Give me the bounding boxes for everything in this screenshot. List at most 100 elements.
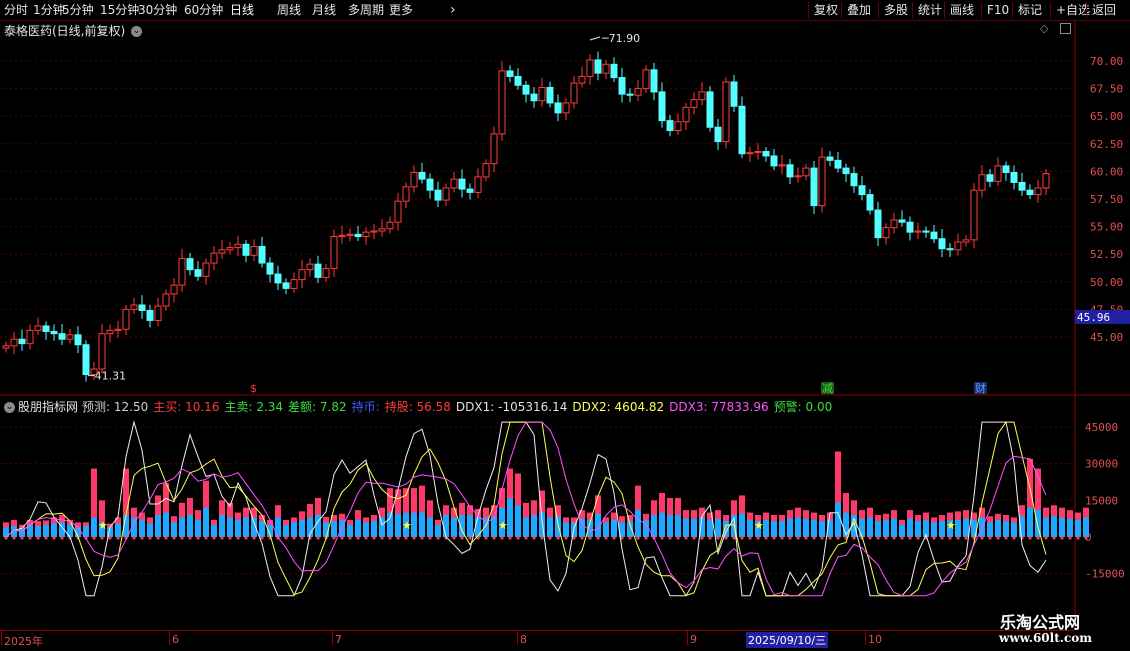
- zero-dot: [140, 536, 144, 540]
- event-marker[interactable]: $: [250, 382, 257, 395]
- action-button-5[interactable]: F10: [981, 2, 1009, 18]
- candle-body: [362, 231, 370, 238]
- sell-bar: [1075, 519, 1081, 537]
- candle-body: [306, 263, 314, 271]
- action-button-3[interactable]: 统计: [912, 2, 942, 18]
- sell-bar: [387, 512, 393, 537]
- date-tick: [687, 631, 688, 645]
- sell-bar: [395, 513, 401, 537]
- tab-period-8[interactable]: 月线: [312, 2, 336, 18]
- sell-bar: [723, 521, 729, 537]
- zero-dot: [116, 536, 120, 540]
- sell-bar: [259, 521, 265, 537]
- zero-dot: [788, 536, 792, 540]
- candle-body: [498, 70, 506, 135]
- action-button-0[interactable]: 复权: [808, 2, 838, 18]
- tab-period-2[interactable]: 5分钟: [62, 2, 94, 18]
- candle-body: [322, 268, 330, 278]
- sell-bar: [635, 510, 641, 537]
- candle-body: [138, 304, 146, 312]
- candle-body: [658, 91, 666, 122]
- tab-period-5[interactable]: 60分钟: [184, 2, 223, 18]
- candle-body: [74, 334, 82, 346]
- event-marker[interactable]: 减: [822, 382, 833, 395]
- tab-period-0[interactable]: 分时: [4, 2, 28, 18]
- tab-period-1[interactable]: 1分钟: [33, 2, 65, 18]
- tab-period-7[interactable]: 周线: [277, 2, 301, 18]
- sell-bar: [43, 524, 49, 537]
- action-button-7[interactable]: +自选: [1050, 2, 1090, 18]
- sell-bar: [763, 519, 769, 537]
- candle-body: [370, 230, 378, 233]
- action-button-1[interactable]: 叠加: [841, 2, 871, 18]
- indicator-chart[interactable]: 4500030000150000-15000★ ★ ★ ★ ★: [0, 396, 1130, 630]
- action-button-2[interactable]: 多股: [878, 2, 908, 18]
- candle-body: [26, 329, 34, 345]
- sell-bar: [963, 518, 969, 537]
- date-tick: [517, 631, 518, 645]
- zero-dot: [604, 536, 608, 540]
- event-marker[interactable]: 财: [975, 381, 986, 395]
- candle-body: [1002, 165, 1010, 174]
- sell-bar: [203, 507, 209, 537]
- zero-dot: [988, 536, 992, 540]
- zero-dot: [300, 536, 304, 540]
- zero-dot: [772, 536, 776, 540]
- tab-period-4[interactable]: 30分钟: [138, 2, 177, 18]
- candle-body: [2, 345, 10, 349]
- candle-body: [66, 334, 74, 340]
- zero-dot: [628, 536, 632, 540]
- sell-bar: [1027, 507, 1033, 537]
- candle-body: [962, 239, 970, 243]
- zero-dot: [764, 536, 768, 540]
- tab-period-9[interactable]: 多周期: [348, 2, 384, 18]
- zero-dot: [660, 536, 664, 540]
- action-button-6[interactable]: 标记: [1012, 2, 1042, 18]
- candle-body: [522, 84, 530, 95]
- candle-body: [706, 91, 714, 128]
- candle-body: [378, 228, 386, 232]
- sell-bar: [419, 512, 425, 537]
- tab-period-10[interactable]: 更多: [389, 2, 413, 18]
- sell-bar: [363, 522, 369, 537]
- sell-bar: [707, 519, 713, 537]
- zero-dot: [420, 536, 424, 540]
- candle-body: [642, 69, 650, 90]
- zero-dot: [1028, 536, 1032, 540]
- candle-body: [674, 121, 682, 132]
- zero-dot: [372, 536, 376, 540]
- chevron-right-icon[interactable]: ›: [450, 2, 456, 18]
- sell-bar: [915, 521, 921, 537]
- sell-bar: [139, 519, 145, 537]
- candle-body: [394, 200, 402, 223]
- candle-body: [586, 59, 594, 77]
- sell-bar: [683, 518, 689, 537]
- date-label-0: 2025年: [4, 635, 43, 648]
- candle-body: [18, 338, 26, 345]
- y-tick-label: 15000: [1085, 494, 1118, 507]
- zero-dot: [396, 536, 400, 540]
- sell-bar: [187, 515, 193, 537]
- sell-bar: [163, 512, 169, 537]
- zero-dot: [244, 536, 248, 540]
- candle-body: [602, 63, 610, 74]
- candlestick-chart[interactable]: 70.00 67.50 65.00 62.50 60.00 57.50 55.00 52.50…: [0, 20, 1130, 396]
- candle-body: [618, 77, 626, 95]
- watermark-line2: www.60lt.com: [999, 631, 1092, 645]
- zero-dot: [132, 536, 136, 540]
- candle-body: [818, 156, 826, 207]
- sell-bar: [171, 522, 177, 537]
- tab-period-3[interactable]: 15分钟: [100, 2, 139, 18]
- sell-bar: [523, 517, 529, 537]
- sell-bar: [467, 515, 473, 537]
- zero-dot: [916, 536, 920, 540]
- sell-bar: [907, 518, 913, 537]
- zero-dot: [380, 536, 384, 540]
- zero-dot: [716, 536, 720, 540]
- action-button-4[interactable]: 画线: [944, 2, 974, 18]
- sell-bar: [771, 521, 777, 537]
- action-button-8[interactable]: 返回: [1086, 2, 1116, 18]
- sell-bar: [451, 517, 457, 537]
- tab-period-6[interactable]: 日线: [230, 2, 254, 18]
- sell-bar: [347, 524, 353, 537]
